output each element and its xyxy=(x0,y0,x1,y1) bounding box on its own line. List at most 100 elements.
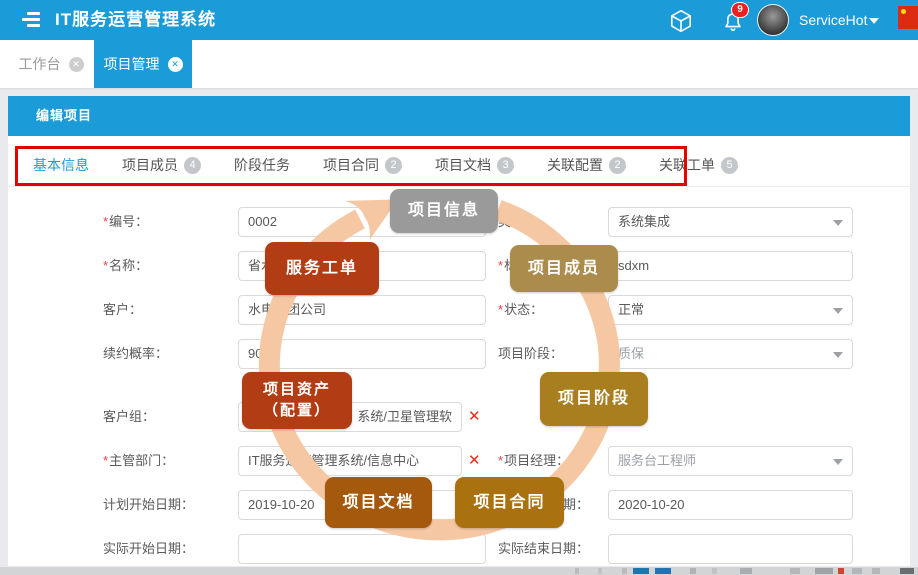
required-asterisk: * xyxy=(103,214,109,229)
label-text: 项目经理 xyxy=(504,453,557,468)
field-value: 正常 xyxy=(618,302,645,317)
input-actual-start-date[interactable] xyxy=(238,534,486,564)
taskbar-fragment xyxy=(815,568,833,574)
tab-count-badge: 5 xyxy=(721,156,738,174)
tab-4[interactable]: 项目合同 2 xyxy=(323,147,402,186)
label-phase: 项目阶段： xyxy=(498,346,564,361)
select-caret-icon[interactable] xyxy=(833,459,843,465)
tab-5[interactable]: 项目文档 3 xyxy=(435,147,514,186)
field-value: sdxm xyxy=(618,258,650,273)
username[interactable]: ServiceHot xyxy=(799,0,867,40)
diagram-badge-project-info: 项目信息 xyxy=(390,189,498,233)
label-text: 客户 xyxy=(103,302,130,317)
input-identifier[interactable]: sdxm xyxy=(608,251,853,281)
label-code: *编号： xyxy=(103,214,149,229)
select-status[interactable]: 正常 xyxy=(608,295,853,325)
select-caret-icon[interactable] xyxy=(833,352,843,358)
tab-count-badge: 4 xyxy=(184,156,201,174)
close-tab-icon[interactable]: ✕ xyxy=(167,56,183,72)
diagram-badge-project-phase: 项目阶段 xyxy=(540,372,648,426)
chevron-down-icon[interactable] xyxy=(869,18,879,24)
tab-1[interactable]: 基本信息 xyxy=(33,147,89,186)
label-text: 主管部门 xyxy=(109,453,162,468)
select-type[interactable]: 系统集成 xyxy=(608,207,853,237)
tab-label: 基本信息 xyxy=(33,157,89,173)
required-asterisk: * xyxy=(498,258,504,273)
select-phase[interactable]: 质保 xyxy=(608,339,853,369)
taskbar-fragment xyxy=(872,568,880,574)
label-text: 续约概率 xyxy=(103,346,156,361)
label-actual-start-date: 实际开始日期： xyxy=(103,541,195,556)
taskbar-fragment xyxy=(900,568,914,574)
field-value: 0002 xyxy=(248,214,277,229)
taskbar-fragment xyxy=(740,568,752,574)
input-department[interactable]: IT服务运营管理系统/信息中心 xyxy=(238,446,462,476)
label-renewal-probability: 续约概率： xyxy=(103,346,169,361)
tab-label: 项目成员 xyxy=(122,157,178,173)
tab-label: 关联工单 xyxy=(659,157,715,173)
label-text: 客户组 xyxy=(103,409,143,424)
field-value: 服务台工程师 xyxy=(618,453,697,468)
input-plan-end-date[interactable]: 2020-10-20 xyxy=(608,490,853,520)
diagram-badge-service-ticket: 服务工单 xyxy=(265,242,379,295)
window-tab-bar: 工作台 ✕ 项目管理 ✕ xyxy=(0,40,918,88)
app-title: IT服务运营管理系统 xyxy=(55,10,217,29)
tab-3[interactable]: 阶段任务 xyxy=(234,147,290,186)
panel-header: 编辑项目 xyxy=(8,96,910,136)
field-value: 2019-10-20 xyxy=(248,497,315,512)
field-value: 系统/卫星管理软 xyxy=(357,409,452,424)
taskbar-fragment xyxy=(790,568,800,574)
tab-count-badge: 3 xyxy=(497,156,514,174)
select-caret-icon[interactable] xyxy=(833,220,843,226)
diagram-badge-project-contract: 项目合同 xyxy=(455,477,564,528)
input-customer[interactable]: 水电集团公司 xyxy=(238,295,486,325)
close-tab-icon[interactable]: ✕ xyxy=(68,56,84,72)
label-project-name: *名称： xyxy=(103,258,149,273)
window-tab-label: 项目管理 xyxy=(103,56,160,72)
tab-2[interactable]: 项目成员 4 xyxy=(122,147,201,186)
field-value: 质保 xyxy=(618,346,645,361)
taskbar-fragment xyxy=(622,568,627,574)
window-tab-1[interactable]: 工作台 ✕ xyxy=(8,40,94,88)
input-renewal-probability[interactable]: 90 xyxy=(238,339,486,369)
clear-field-icon[interactable]: ✕ xyxy=(468,446,484,476)
label-plan-start-date: 计划开始日期： xyxy=(103,497,195,512)
label-manager: *项目经理： xyxy=(498,453,570,468)
label-customer: 客户： xyxy=(103,302,143,317)
label-text: 项目阶段 xyxy=(498,346,551,361)
required-asterisk: * xyxy=(103,453,109,468)
tab-label: 项目合同 xyxy=(323,157,379,173)
tab-6[interactable]: 关联配置 2 xyxy=(547,147,626,186)
label-text: 计划开始日期 xyxy=(103,497,182,512)
label-text: 名称 xyxy=(109,258,136,273)
flag-image xyxy=(898,6,918,29)
input-actual-end-date[interactable] xyxy=(608,534,853,564)
taskbar-fragment xyxy=(712,568,717,574)
tab-count-badge: 2 xyxy=(609,156,626,174)
label-department: *主管部门： xyxy=(103,453,175,468)
clear-field-icon[interactable]: ✕ xyxy=(468,402,484,432)
label-status: *状态： xyxy=(498,302,544,317)
avatar[interactable] xyxy=(757,4,789,36)
required-asterisk: * xyxy=(103,258,109,273)
bottom-strip xyxy=(0,567,918,575)
field-value: IT服务运营管理系统/信息中心 xyxy=(248,453,420,468)
taskbar-fragment xyxy=(690,568,696,574)
field-value: 90 xyxy=(248,346,263,361)
select-manager[interactable]: 服务台工程师 xyxy=(608,446,853,476)
label-text: 实际结束日期 xyxy=(498,541,577,556)
taskbar-fragment xyxy=(655,568,671,574)
form-tab-bar: 基本信息 项目成员 4 阶段任务 项目合同 2 项目文档 3 关联配置 2 关联工单 5 xyxy=(33,147,738,186)
label-text: 类型 xyxy=(498,214,525,229)
select-caret-icon[interactable] xyxy=(833,308,843,314)
diagram-badge-project-docs: 项目文档 xyxy=(325,477,432,528)
window-tab-2[interactable]: 项目管理 ✕ xyxy=(94,40,192,88)
notification-badge: 9 xyxy=(731,2,749,18)
tab-label: 项目文档 xyxy=(435,157,491,173)
diagram-badge-project-members: 项目成员 xyxy=(510,245,618,292)
menu-toggle-icon[interactable] xyxy=(22,12,42,28)
cube-icon[interactable] xyxy=(668,8,694,34)
tab-7[interactable]: 关联工单 5 xyxy=(659,147,738,186)
tab-label: 关联配置 xyxy=(547,157,603,173)
taskbar-fragment xyxy=(852,568,862,574)
